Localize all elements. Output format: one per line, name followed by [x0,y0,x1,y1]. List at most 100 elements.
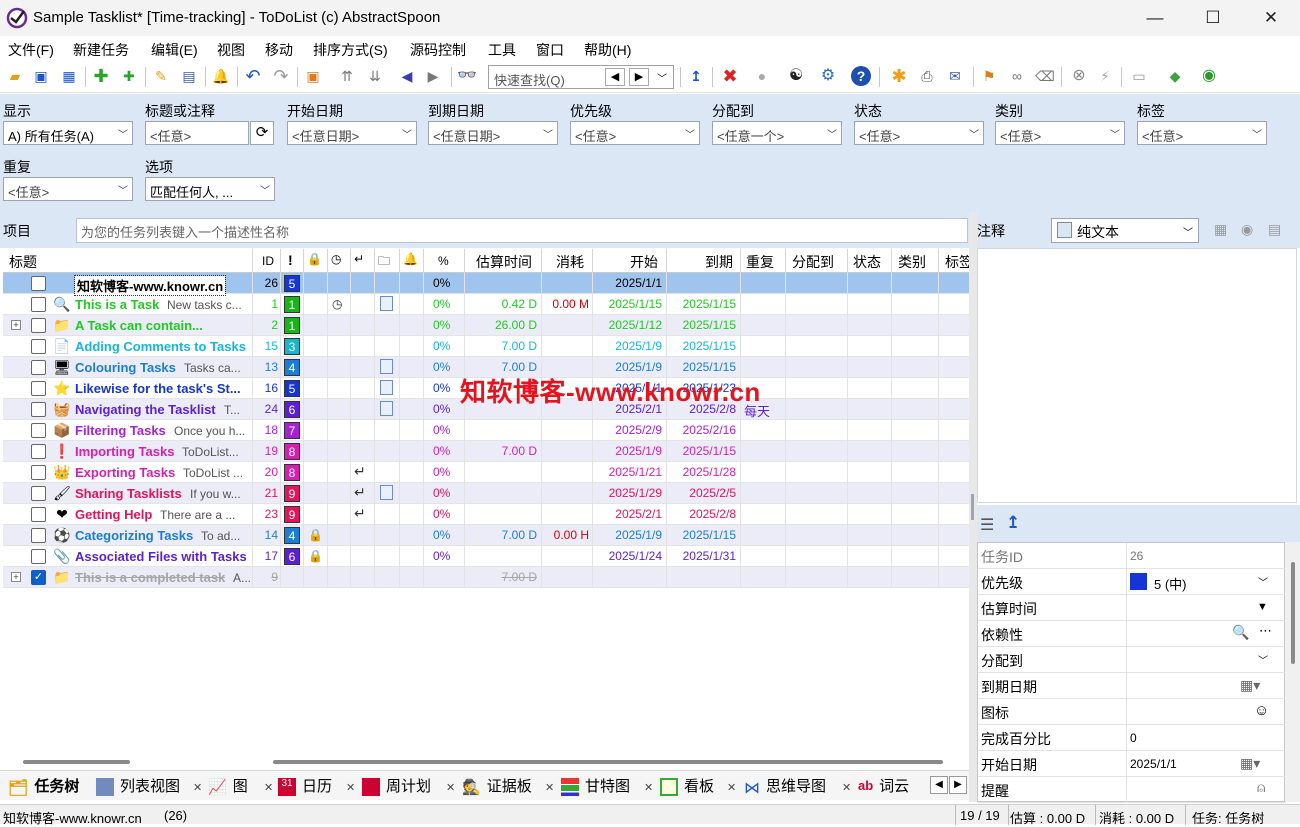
properties-scrollbar[interactable] [1285,542,1300,802]
filter-status-select[interactable]: <任意> ﹀ [854,121,984,145]
expand-icon[interactable]: + [11,320,21,330]
file-link-icon[interactable] [380,401,393,416]
filter-due-select[interactable]: <任意日期> ﹀ [428,121,558,145]
yin-yang-icon[interactable]: ☯ [786,66,806,86]
property-row[interactable]: 估算时间 ▼ [978,595,1286,621]
task-row[interactable]: ⚽ Categorizing Tasks To ad... 14 4 🔒 0% 7.00 D 0… [3,525,969,546]
scroll-thumb-right[interactable] [273,760,943,764]
task-row[interactable]: 📎 Associated Files with Tasks 17 6 🔒 0% 2025/1… [3,546,969,567]
tab-task-tree[interactable]: 🗂 任务树 [8,775,79,797]
task-row[interactable]: ❤ Getting Help There are a ... 23 9 ↵ 0% 2025/2… [3,504,969,525]
col-start[interactable]: 开始 [630,252,658,272]
new-task-icon[interactable]: ✚ [91,66,111,86]
col-file-icon[interactable]: 🗀 [378,252,390,273]
sort-icon[interactable]: ↥ [1006,513,1020,533]
tab-scroll-left-icon[interactable]: ◀ [930,776,948,794]
priority-badge[interactable]: 4 [284,359,300,376]
close-window-button[interactable]: ✕ [1242,0,1300,36]
priority-badge[interactable]: 6 [284,401,300,418]
scroll-thumb[interactable] [1291,562,1295,664]
task-title[interactable]: This is a Task [75,297,159,312]
find-next-icon[interactable]: ▶ [629,68,649,86]
arrow-right-icon[interactable]: ▶ [423,66,443,86]
menu-move[interactable]: 移动 [265,40,293,60]
close-tab-icon[interactable]: ✕ [193,781,202,794]
new-subtask-icon[interactable]: ✚ [119,66,139,86]
lightning-icon[interactable]: ⚡ [1095,66,1115,86]
task-checkbox[interactable] [31,528,46,543]
email-icon[interactable]: ✉ [945,66,965,86]
property-row[interactable]: 提醒 ⍝ [978,777,1286,803]
globe-icon[interactable]: ◉ [1199,66,1219,86]
menu-file[interactable]: 文件(F) [8,40,54,60]
notes-editor[interactable] [977,248,1297,503]
tag-icon[interactable]: ◆ [1165,66,1185,86]
edit-pencil-icon[interactable]: ✎ [151,66,171,86]
priority-badge[interactable]: 1 [284,296,300,313]
property-row[interactable]: 图标 ☺ [978,699,1286,725]
filter-assigned-select[interactable]: <任意一个> ﹀ [712,121,842,145]
undo-icon[interactable]: ↶ [243,66,263,86]
priority-badge[interactable]: 4 [284,527,300,544]
file-link-icon[interactable] [380,485,393,500]
tab-word-cloud[interactable]: ab 词云 [858,775,909,796]
task-title[interactable]: Categorizing Tasks [75,528,193,543]
open-folder-icon[interactable]: ▰ [5,66,25,86]
task-title[interactable]: Adding Comments to Tasks [75,339,246,354]
menu-source-control[interactable]: 源码控制 [410,40,466,60]
tab-scroll-right-icon[interactable]: ▶ [949,776,967,794]
property-row[interactable]: 完成百分比 0 [978,725,1286,751]
priority-badge[interactable]: 5 [284,380,300,397]
col-time-tracking-icon[interactable]: ◷ [331,252,341,266]
lock-icon[interactable]: 🔒 [308,528,323,542]
calendar-icon[interactable]: ▦▾ [1240,755,1260,772]
filter-recur-select[interactable]: <任意> ﹀ [3,177,133,201]
task-checkbox[interactable] [31,549,46,564]
priority-badge[interactable]: 8 [284,464,300,481]
dependency-icon[interactable]: ↵ [354,484,366,501]
cancel-circle-icon[interactable]: ⊗ [1069,66,1089,86]
col-reminder-icon[interactable]: 🔔 [403,252,418,266]
property-row[interactable]: 依赖性 🔍 ⋯ [978,621,1286,647]
priority-badge[interactable]: 5 [284,275,300,292]
move-down-icon[interactable]: ⇊ [365,66,385,86]
notes-play-icon[interactable]: ◉ [1241,221,1253,238]
task-title[interactable]: Colouring Tasks [75,360,176,375]
expand-icon[interactable]: + [11,572,21,582]
lock-icon[interactable]: 🔒 [308,549,323,563]
project-name-input[interactable]: 为您的任务列表键入一个描述性名称 [76,218,968,243]
star-burst-icon[interactable]: ✱ [889,66,909,86]
task-title[interactable]: Associated Files with Tasks [75,549,247,564]
property-row[interactable]: 到期日期 ▦▾ [978,673,1286,699]
task-title[interactable]: Getting Help [75,507,152,522]
task-checkbox[interactable] [31,423,46,438]
filter-priority-select[interactable]: <任意> ﹀ [570,121,700,145]
task-title[interactable]: 知软博客-www.knowr.cn [73,275,227,296]
fit-icon[interactable]: ▣ [303,66,323,86]
tab-calendar[interactable]: 31 日历 [278,775,332,797]
property-value[interactable]: 0 [1130,731,1137,745]
calendar-icon[interactable]: ▦▾ [1240,677,1260,694]
minimize-button[interactable]: — [1126,0,1184,36]
menu-sort[interactable]: 排序方式(S) [313,40,388,60]
filter-tags-select[interactable]: <任意> ﹀ [1137,121,1267,145]
task-checkbox[interactable] [31,465,46,480]
scroll-icon[interactable]: ▭ [1129,66,1149,86]
col-status[interactable]: 状态 [853,252,881,272]
tab-mind-map[interactable]: ⋈ 思维导图 [744,775,826,797]
task-title[interactable]: Filtering Tasks [75,423,166,438]
more-icon[interactable]: ⋯ [1259,623,1272,639]
print-icon[interactable]: ⎙ [917,66,937,86]
property-row[interactable]: 优先级 5 (中) ﹀ [978,569,1286,595]
save-all-icon[interactable]: ▦ [59,66,79,86]
property-row[interactable]: 任务ID 26 [978,543,1286,569]
file-link-icon[interactable] [380,296,393,311]
task-checkbox[interactable] [31,486,46,501]
task-row[interactable]: + 📁 A Task can contain... 2 1 0% 26.00 D 2025/1… [3,315,969,336]
task-title[interactable]: Exporting Tasks [75,465,175,480]
task-checkbox[interactable] [31,276,46,291]
bell-icon[interactable]: ⍝ [1257,779,1265,796]
task-checkbox[interactable] [31,297,46,312]
maximize-button[interactable]: ☐ [1184,0,1242,36]
chevron-down-icon[interactable]: ﹀ [1258,652,1268,667]
